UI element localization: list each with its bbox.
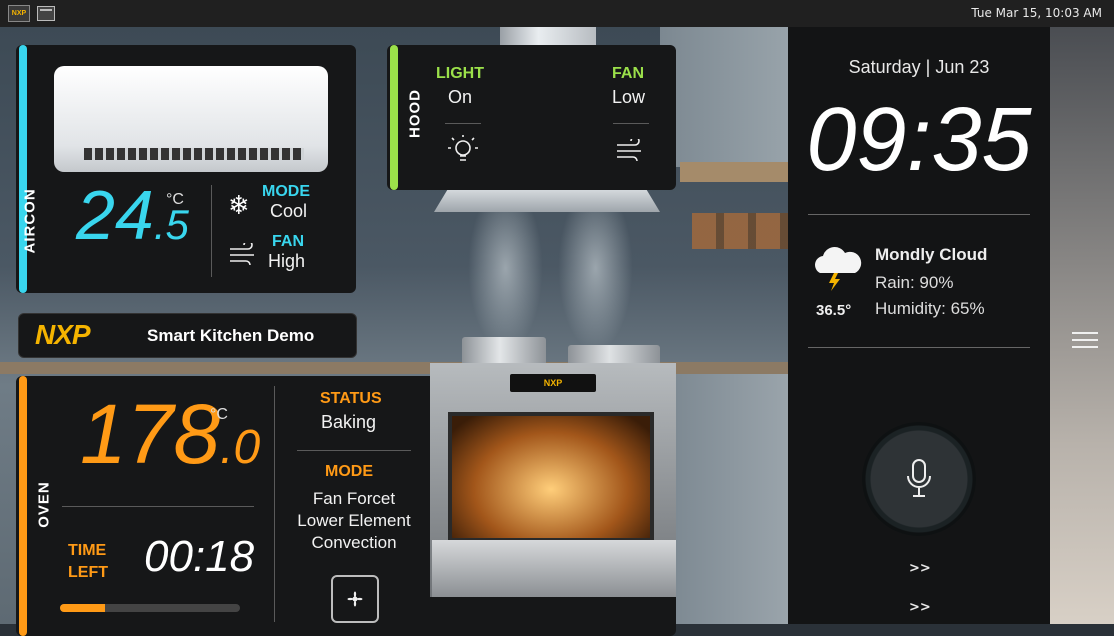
oven-temperature: 178.0 [80, 386, 260, 483]
hood-fan-label: FAN [612, 65, 644, 82]
oven-temp-divider [62, 506, 254, 507]
oven-progress-bar [60, 604, 240, 612]
aircon-divider [211, 185, 212, 277]
lightbulb-icon[interactable] [447, 135, 479, 167]
date-separator: | [925, 57, 931, 77]
oven-window [448, 412, 654, 542]
aircon-label: AIRCON [21, 188, 39, 254]
snowflake-icon: ❄ [228, 191, 250, 221]
voice-button[interactable] [862, 422, 976, 536]
aircon-mode-value[interactable]: Cool [270, 201, 307, 222]
time-left-value: 00:18 [144, 532, 255, 581]
hood-accent-bar [390, 45, 398, 190]
aircon-fan-value[interactable]: High [268, 251, 305, 272]
oven-mode-list[interactable]: Fan Forcet Lower Element Convection [278, 488, 430, 554]
oven-status-label: STATUS [320, 390, 382, 407]
oven-mode-line: Convection [311, 533, 397, 552]
system-top-bar: NXP Tue Mar 15, 10:03 AM [0, 0, 1114, 27]
right-wall [1050, 27, 1114, 624]
date-value: Jun 23 [935, 57, 990, 77]
brand-bar: NXP Smart Kitchen Demo [18, 313, 357, 358]
oven-display-logo: NXP [510, 374, 596, 392]
aircon-fan-label: FAN [272, 233, 304, 250]
oven-mode-label: MODE [325, 463, 373, 480]
aircon-temp-int: 24 [76, 176, 154, 254]
ac-vent [84, 148, 304, 160]
steam-right [558, 212, 633, 352]
oven-fan-button[interactable] [331, 575, 379, 623]
weather-rain: Rain: 90% [875, 273, 954, 292]
oven-divider [274, 386, 275, 622]
aircon-unit: °C [166, 191, 184, 208]
date-day: Saturday [848, 57, 921, 77]
system-clock: Tue Mar 15, 10:03 AM [971, 6, 1102, 20]
oven-status-divider [297, 450, 411, 451]
next-arrow-2[interactable]: >> [909, 600, 931, 615]
sidebar-divider-top [808, 214, 1030, 215]
microphone-icon [907, 459, 931, 497]
date-line: Saturday | Jun 23 [788, 57, 1050, 78]
hood-panel[interactable]: HOOD LIGHT On FAN Low [387, 45, 676, 190]
nxp-launcher-icon[interactable]: NXP [8, 5, 30, 22]
oven-mode-line: Lower Element [297, 511, 411, 530]
aircon-accent-bar [19, 45, 27, 293]
oven-temp-dec: .0 [220, 421, 261, 474]
oven-progress-fill [60, 604, 105, 612]
aircon-mode-label: MODE [262, 183, 310, 200]
oven-door [432, 540, 676, 597]
time-left-label-2: LEFT [68, 564, 108, 581]
oven-label: OVEN [35, 481, 53, 528]
storm-cloud-icon [815, 247, 862, 291]
weather-title: Mondly Cloud [875, 245, 988, 264]
next-arrow-1[interactable]: >> [909, 561, 931, 576]
oven-temp-int: 178 [80, 387, 221, 481]
oven-accent-bar [19, 376, 27, 636]
main-clock: 09:35 [806, 90, 1032, 190]
spice-shelf [680, 162, 788, 182]
oven-status-value: Baking [321, 412, 377, 432]
terminal-icon[interactable] [37, 6, 55, 21]
hood-light-value[interactable]: On [448, 87, 472, 108]
sidebar-divider-bottom [808, 347, 1030, 348]
time-left-label-1: TIME [68, 542, 107, 559]
brand-title: Smart Kitchen Demo [147, 326, 315, 345]
spice-jars [692, 213, 788, 249]
aircon-temperature: 24.5 [76, 175, 189, 255]
lower-cabinet [676, 374, 788, 624]
wind-icon[interactable] [615, 139, 645, 161]
steam-left [468, 212, 543, 352]
weather-temp: 36.5° [816, 302, 852, 319]
fan-icon [347, 591, 363, 607]
nxp-logo: NXP [35, 319, 91, 350]
hood-label: HOOD [406, 89, 424, 138]
upper-cabinet [660, 27, 788, 167]
hood-light-divider [445, 123, 481, 124]
hood-light-label: LIGHT [436, 65, 484, 82]
oven-unit: °C [210, 406, 228, 423]
oven-mode-line: Fan Forcet [312, 489, 396, 508]
hood-fan-value[interactable]: Low [612, 87, 645, 108]
weather-humidity: Humidity: 65% [875, 299, 985, 318]
hood-fan-divider [613, 123, 649, 124]
hamburger-menu-icon[interactable] [1072, 330, 1098, 350]
wind-icon [230, 243, 254, 265]
